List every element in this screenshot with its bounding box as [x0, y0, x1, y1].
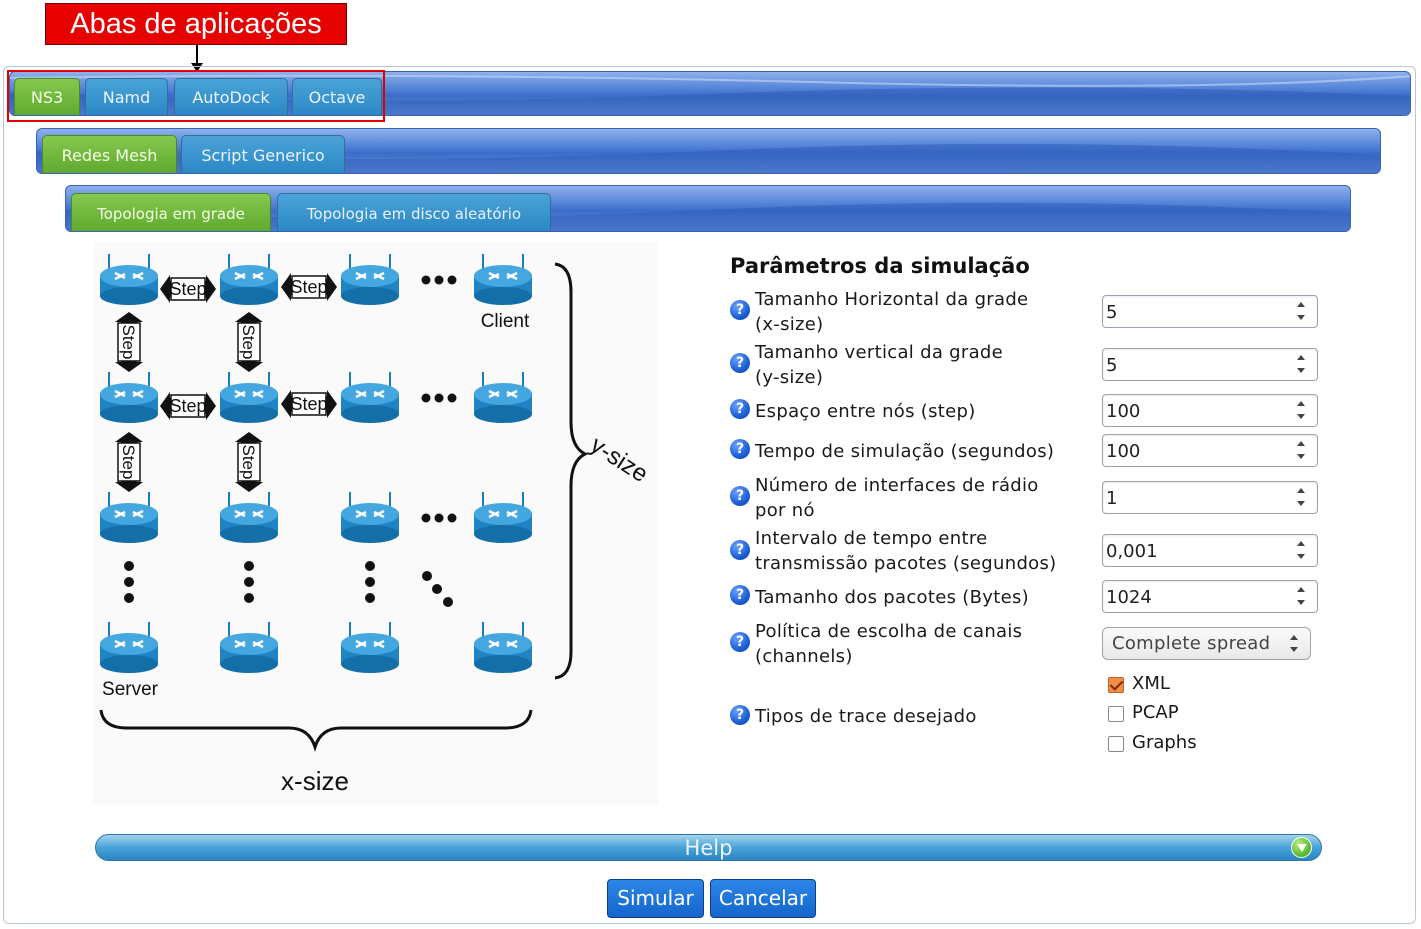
help-label: Help: [684, 836, 733, 860]
tab-redes-mesh[interactable]: Redes Mesh: [42, 135, 177, 173]
step-stepper[interactable]: [1102, 394, 1318, 427]
param-label: Tamanho dos pacotes (Bytes): [755, 587, 1029, 608]
channel-policy-select[interactable]: Complete spread: [1102, 627, 1311, 660]
help-icon[interactable]: ?: [730, 399, 750, 419]
step-label: Step: [239, 325, 258, 360]
step-label: Step: [119, 445, 138, 480]
spinner-arrows-icon[interactable]: [1297, 441, 1307, 461]
spinner-arrows-icon[interactable]: [1297, 401, 1307, 421]
help-icon[interactable]: ?: [730, 353, 750, 373]
help-icon[interactable]: ?: [730, 540, 750, 560]
param-label: Tamanho Horizontal da grade (x-size): [755, 289, 1029, 335]
spinner-arrows-icon[interactable]: [1297, 488, 1307, 508]
packet-interval-stepper[interactable]: [1102, 534, 1318, 567]
select-arrows-icon[interactable]: [1290, 635, 1300, 655]
param-label: Tempo de simulação (segundos): [755, 441, 1055, 462]
form-title: Parâmetros da simulação: [730, 254, 1030, 278]
cancel-button[interactable]: Cancelar: [710, 879, 816, 918]
tab-topologia-grade[interactable]: Topologia em grade: [71, 193, 271, 231]
x-size-label: x-size: [281, 766, 349, 796]
step-input[interactable]: [1106, 399, 1286, 423]
client-label: Client: [481, 311, 530, 332]
help-accordion[interactable]: Help: [95, 834, 1322, 861]
param-label: Espaço entre nós (step): [755, 401, 976, 422]
trace-xml-label: XML: [1132, 673, 1170, 694]
spinner-arrows-icon[interactable]: [1297, 355, 1307, 375]
trace-types-label: Tipos de trace desejado: [755, 706, 977, 727]
x-size-stepper[interactable]: [1102, 295, 1318, 328]
radio-interfaces-input[interactable]: [1106, 486, 1286, 510]
grid-topology-diagram: Step Step Step Step Step Step Step Step …: [93, 242, 658, 804]
trace-pcap-checkbox[interactable]: [1108, 706, 1124, 722]
annotation-arrow: [196, 45, 198, 65]
packet-interval-input[interactable]: [1106, 539, 1286, 563]
help-icon[interactable]: ?: [730, 300, 750, 320]
help-icon[interactable]: ?: [730, 632, 750, 652]
packet-size-stepper[interactable]: [1102, 580, 1318, 613]
tab-script-generico[interactable]: Script Generico: [181, 135, 345, 173]
param-label: Intervalo de tempo entre transmissão paco…: [755, 528, 1057, 574]
step-label: Step: [169, 279, 206, 299]
channel-policy-value: Complete spread: [1112, 633, 1271, 654]
simulate-button[interactable]: Simular: [607, 879, 704, 918]
x-size-input[interactable]: [1106, 300, 1286, 324]
tab-topologia-disco[interactable]: Topologia em disco aleatório: [277, 193, 551, 231]
trace-graphs-label: Graphs: [1132, 732, 1197, 753]
trace-pcap-label: PCAP: [1132, 702, 1179, 723]
spinner-arrows-icon[interactable]: [1297, 302, 1307, 322]
param-label: Número de interfaces de rádio por nó: [755, 475, 1039, 521]
param-label: Tamanho vertical da grade (y-size): [755, 342, 1004, 388]
packet-size-input[interactable]: [1106, 585, 1286, 609]
step-label: Step: [239, 445, 258, 480]
server-label: Server: [102, 679, 159, 700]
trace-graphs-checkbox[interactable]: [1108, 736, 1124, 752]
spinner-arrows-icon[interactable]: [1297, 541, 1307, 561]
simulation-time-input[interactable]: [1106, 439, 1286, 463]
help-icon[interactable]: ?: [730, 585, 750, 605]
simulation-time-stepper[interactable]: [1102, 434, 1318, 467]
help-icon[interactable]: ?: [730, 705, 750, 725]
topology-tabbar: Topologia em grade Topologia em disco al…: [65, 185, 1351, 232]
annotation-callout: Abas de aplicações: [45, 3, 347, 45]
step-label: Step: [290, 277, 327, 297]
step-label: Step: [119, 325, 138, 360]
spinner-arrows-icon[interactable]: [1297, 587, 1307, 607]
trace-xml-checkbox[interactable]: [1108, 677, 1124, 693]
y-size-input[interactable]: [1106, 353, 1286, 377]
help-icon[interactable]: ?: [730, 439, 750, 459]
radio-interfaces-stepper[interactable]: [1102, 481, 1318, 514]
param-label: Política de escolha de canais (channels): [755, 621, 1023, 667]
sub-tabbar: Redes Mesh Script Generico: [36, 128, 1381, 174]
y-size-stepper[interactable]: [1102, 348, 1318, 381]
step-label: Step: [169, 396, 206, 416]
expand-down-icon[interactable]: [1291, 837, 1312, 858]
step-label: Step: [290, 394, 327, 414]
help-icon[interactable]: ?: [730, 486, 750, 506]
app-tabs-highlight-frame: [7, 70, 385, 122]
